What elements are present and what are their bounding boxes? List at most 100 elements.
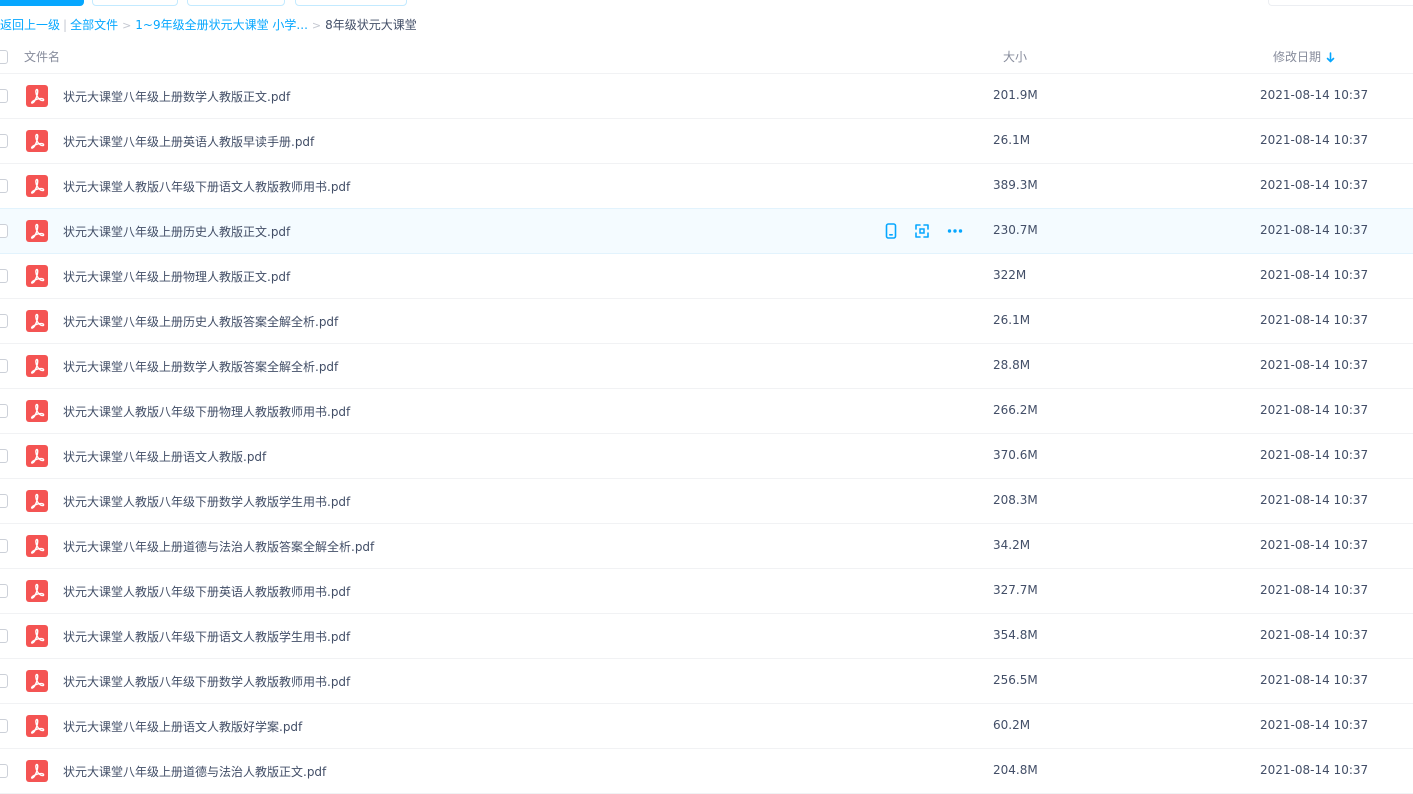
upload-button[interactable] (0, 0, 84, 6)
row-checkbox[interactable] (0, 404, 8, 418)
more-icon[interactable] (946, 222, 964, 240)
row-checkbox[interactable] (0, 494, 8, 508)
file-date: 2021-08-14 10:37 (1260, 763, 1369, 777)
pdf-file-icon (26, 670, 48, 692)
pdf-file-icon (26, 265, 48, 287)
back-link[interactable]: 返回上一级 (0, 18, 60, 32)
file-name[interactable]: 状元大课堂人教版八年级下册英语人教版教师用书.pdf (63, 583, 350, 600)
pdf-file-icon (26, 355, 48, 377)
file-size: 256.5M (993, 673, 1038, 687)
file-date: 2021-08-14 10:37 (1260, 403, 1369, 417)
file-size: 60.2M (993, 718, 1031, 732)
column-name-header[interactable]: 文件名 (24, 48, 60, 65)
column-date-label: 修改日期 (1273, 50, 1322, 64)
file-row[interactable]: 状元大课堂人教版八年级下册语文人教版教师用书.pdf 389.3M 2021-0… (0, 164, 1413, 209)
phone-icon[interactable] (882, 222, 900, 240)
pdf-file-icon (26, 490, 48, 512)
row-checkbox[interactable] (0, 224, 8, 238)
chevron-right-icon: > (311, 19, 322, 32)
row-checkbox[interactable] (0, 89, 8, 103)
file-date: 2021-08-14 10:37 (1260, 718, 1369, 732)
row-checkbox[interactable] (0, 269, 8, 283)
file-name[interactable]: 状元大课堂八年级上册英语人教版早读手册.pdf (63, 133, 314, 150)
file-name[interactable]: 状元大课堂八年级上册道德与法治人教版答案全解全析.pdf (63, 538, 374, 555)
file-name[interactable]: 状元大课堂人教版八年级下册语文人教版学生用书.pdf (63, 628, 350, 645)
top-toolbar (0, 0, 1413, 12)
file-size: 322M (993, 268, 1027, 282)
file-name[interactable]: 状元大课堂八年级上册历史人教版答案全解全析.pdf (63, 313, 338, 330)
column-size-header[interactable]: 大小 (1003, 48, 1027, 65)
file-name[interactable]: 状元大课堂八年级上册语文人教版.pdf (63, 448, 266, 465)
breadcrumb-all-files[interactable]: 全部文件 (70, 18, 118, 32)
row-checkbox[interactable] (0, 314, 8, 328)
file-size: 28.8M (993, 358, 1031, 372)
pdf-file-icon (26, 625, 48, 647)
file-size: 34.2M (993, 538, 1031, 552)
pdf-file-icon (26, 535, 48, 557)
file-name[interactable]: 状元大课堂人教版八年级下册数学人教版学生用书.pdf (63, 493, 350, 510)
row-checkbox[interactable] (0, 629, 8, 643)
toolbar-button[interactable] (187, 0, 285, 6)
file-row[interactable]: 状元大课堂八年级上册历史人教版答案全解全析.pdf 26.1M 2021-08-… (0, 299, 1413, 344)
breadcrumb-level1[interactable]: 1~9年级全册状元大课堂 小学... (135, 18, 308, 32)
file-name[interactable]: 状元大课堂人教版八年级下册数学人教版教师用书.pdf (63, 673, 350, 690)
file-name[interactable]: 状元大课堂八年级上册历史人教版正文.pdf (63, 223, 290, 240)
file-date: 2021-08-14 10:37 (1260, 223, 1369, 237)
file-size: 201.9M (993, 88, 1038, 102)
file-size: 354.8M (993, 628, 1038, 642)
file-row[interactable]: 状元大课堂人教版八年级下册物理人教版教师用书.pdf 266.2M 2021-0… (0, 389, 1413, 434)
pdf-file-icon (26, 130, 48, 152)
search-box[interactable] (1268, 0, 1413, 6)
row-checkbox[interactable] (0, 584, 8, 598)
select-all-checkbox[interactable] (0, 50, 8, 64)
breadcrumb-current: 8年级状元大课堂 (325, 18, 417, 32)
row-checkbox[interactable] (0, 674, 8, 688)
file-date: 2021-08-14 10:37 (1260, 313, 1369, 327)
chevron-right-icon: > (122, 19, 132, 32)
file-name[interactable]: 状元大课堂八年级上册语文人教版好学案.pdf (63, 718, 302, 735)
file-row[interactable]: 状元大课堂八年级上册数学人教版答案全解全析.pdf 28.8M 2021-08-… (0, 344, 1413, 389)
file-row[interactable]: 状元大课堂八年级上册数学人教版正文.pdf 201.9M 2021-08-14 … (0, 74, 1413, 119)
file-date: 2021-08-14 10:37 (1260, 448, 1369, 462)
file-date: 2021-08-14 10:37 (1260, 358, 1369, 372)
file-date: 2021-08-14 10:37 (1260, 583, 1369, 597)
file-date: 2021-08-14 10:37 (1260, 538, 1369, 552)
file-row[interactable]: 状元大课堂八年级上册历史人教版正文.pdf 230.7M 2021-08-14 … (0, 208, 1413, 254)
file-row[interactable]: 状元大课堂人教版八年级下册英语人教版教师用书.pdf 327.7M 2021-0… (0, 569, 1413, 614)
row-checkbox[interactable] (0, 719, 8, 733)
file-list-header: 文件名 大小 修改日期 (0, 40, 1413, 74)
file-row[interactable]: 状元大课堂八年级上册道德与法治人教版正文.pdf 204.8M 2021-08-… (0, 749, 1413, 794)
file-name[interactable]: 状元大课堂人教版八年级下册语文人教版教师用书.pdf (63, 178, 350, 195)
row-checkbox[interactable] (0, 539, 8, 553)
file-row[interactable]: 状元大课堂八年级上册英语人教版早读手册.pdf 26.1M 2021-08-14… (0, 119, 1413, 164)
row-checkbox[interactable] (0, 134, 8, 148)
file-row[interactable]: 状元大课堂人教版八年级下册数学人教版教师用书.pdf 256.5M 2021-0… (0, 659, 1413, 704)
file-name[interactable]: 状元大课堂八年级上册数学人教版答案全解全析.pdf (63, 358, 338, 375)
row-checkbox[interactable] (0, 359, 8, 373)
file-row[interactable]: 状元大课堂八年级上册语文人教版好学案.pdf 60.2M 2021-08-14 … (0, 704, 1413, 749)
pdf-file-icon (26, 580, 48, 602)
file-row[interactable]: 状元大课堂八年级上册语文人教版.pdf 370.6M 2021-08-14 10… (0, 434, 1413, 479)
sort-down-arrow-icon (1326, 52, 1335, 63)
file-row[interactable]: 状元大课堂人教版八年级下册语文人教版学生用书.pdf 354.8M 2021-0… (0, 614, 1413, 659)
breadcrumb: 返回上一级 | 全部文件 >1~9年级全册状元大课堂 小学... >8年级状元大课堂 (0, 16, 417, 34)
row-checkbox[interactable] (0, 179, 8, 193)
file-date: 2021-08-14 10:37 (1260, 178, 1369, 192)
file-size: 327.7M (993, 583, 1038, 597)
file-name[interactable]: 状元大课堂八年级上册物理人教版正文.pdf (63, 268, 290, 285)
file-size: 230.7M (993, 223, 1038, 237)
file-row[interactable]: 状元大课堂八年级上册道德与法治人教版答案全解全析.pdf 34.2M 2021-… (0, 524, 1413, 569)
file-row[interactable]: 状元大课堂八年级上册物理人教版正文.pdf 322M 2021-08-14 10… (0, 254, 1413, 299)
file-size: 208.3M (993, 493, 1038, 507)
row-checkbox[interactable] (0, 764, 8, 778)
file-name[interactable]: 状元大课堂八年级上册道德与法治人教版正文.pdf (63, 763, 326, 780)
row-checkbox[interactable] (0, 449, 8, 463)
share-icon[interactable] (913, 222, 931, 240)
toolbar-button[interactable] (295, 0, 407, 6)
file-list: 状元大课堂八年级上册数学人教版正文.pdf 201.9M 2021-08-14 … (0, 74, 1413, 794)
toolbar-button[interactable] (92, 0, 178, 6)
file-row[interactable]: 状元大课堂人教版八年级下册数学人教版学生用书.pdf 208.3M 2021-0… (0, 479, 1413, 524)
file-name[interactable]: 状元大课堂八年级上册数学人教版正文.pdf (63, 88, 290, 105)
file-name[interactable]: 状元大课堂人教版八年级下册物理人教版教师用书.pdf (63, 403, 350, 420)
column-date-header[interactable]: 修改日期 (1273, 48, 1335, 65)
